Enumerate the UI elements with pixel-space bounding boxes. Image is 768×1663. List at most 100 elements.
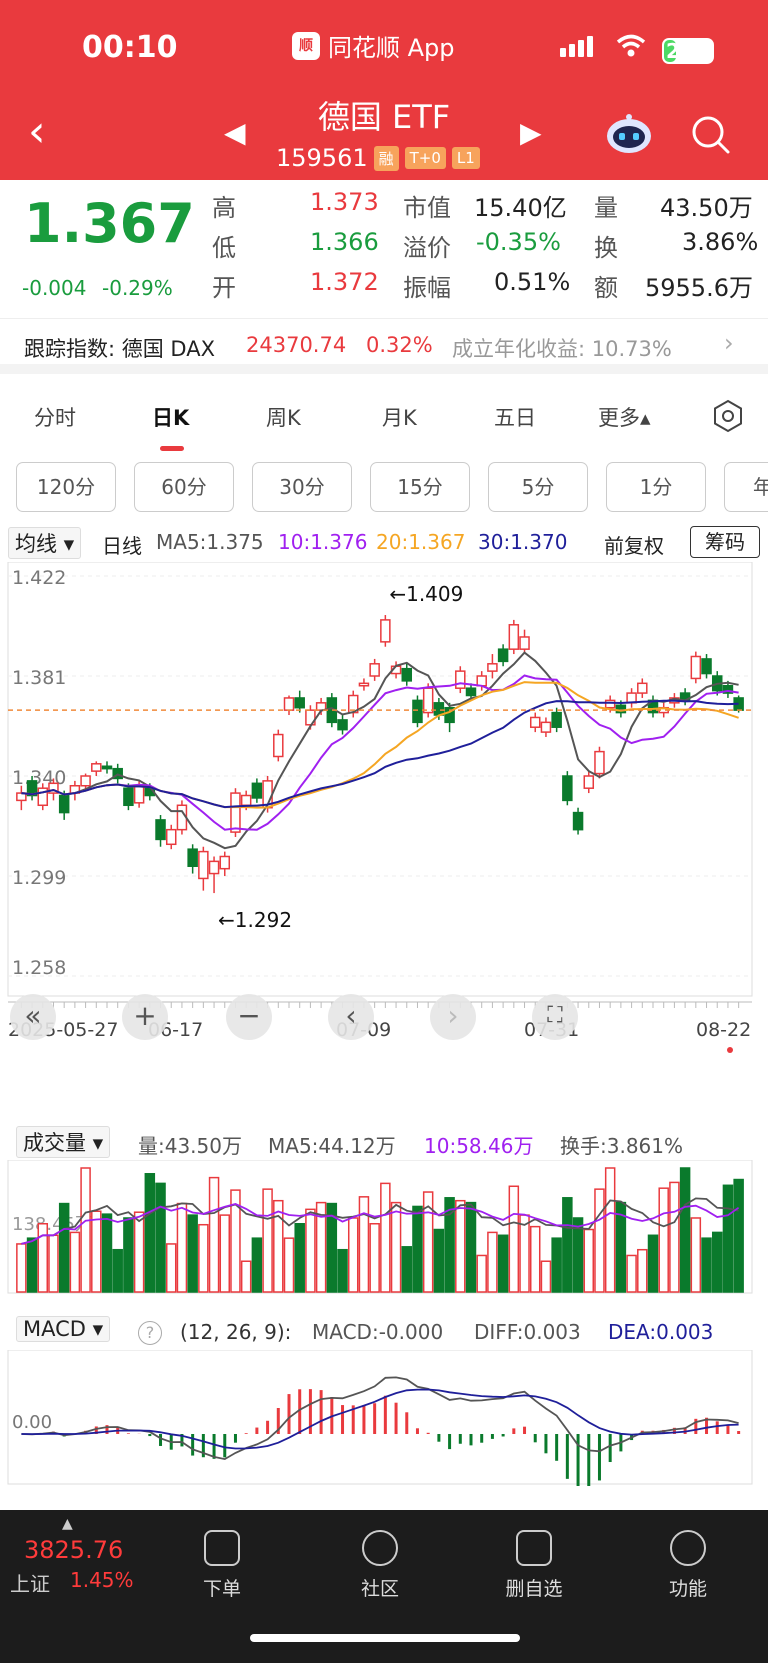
volume-bar — [412, 1205, 423, 1293]
y-tick-label: 1.299 — [12, 867, 66, 889]
candle-body — [604, 699, 616, 709]
candle-body — [219, 855, 231, 870]
nav-remove-watch[interactable]: 删自选 — [474, 1530, 594, 1601]
tab-5min[interactable]: 5分 — [488, 462, 588, 512]
volume-bar — [273, 1199, 284, 1293]
volume-bar — [112, 1248, 123, 1293]
volume-bar — [165, 1243, 177, 1293]
settings-hex-icon[interactable] — [710, 398, 746, 434]
nav-community[interactable]: 社区 — [320, 1530, 440, 1601]
tab-120min[interactable]: 120分 — [16, 462, 116, 512]
volume-bar — [58, 1202, 70, 1293]
tab-15min[interactable]: 15分 — [370, 462, 470, 512]
candle-body — [690, 655, 702, 680]
index-name: 上证 — [10, 1572, 50, 1596]
volume-dropdown[interactable]: 成交量 ▾ — [16, 1126, 111, 1158]
community-star-icon — [362, 1530, 398, 1566]
price-change-pct: -0.29% — [102, 276, 173, 300]
volume-bar — [37, 1223, 49, 1293]
candle-body — [358, 682, 370, 687]
search-icon[interactable] — [690, 114, 732, 156]
low-annotation: ←1.292 — [218, 908, 292, 932]
candle-body — [572, 811, 584, 831]
period-tabs: 分时 日K 周K 月K 五日 更多▴ — [0, 392, 768, 452]
volume-bar — [337, 1248, 348, 1293]
fullscreen-icon[interactable]: ⛶ — [532, 994, 578, 1040]
volume-bar — [690, 1217, 702, 1293]
adjust-mode[interactable]: 前复权 — [604, 530, 664, 559]
annualized-return: 成立年化收益: 10.73% — [452, 337, 672, 361]
stock-code-row: 159561 融 T+0 L1 — [276, 144, 480, 172]
volume-bar — [497, 1234, 509, 1293]
candle-body — [508, 624, 520, 650]
tab-intraday[interactable]: 分时 — [34, 402, 76, 432]
tab-30min[interactable]: 30分 — [252, 462, 352, 512]
tab-more[interactable]: 更多▴ — [598, 402, 651, 432]
nav-functions[interactable]: 功能 — [628, 1530, 748, 1601]
tab-year[interactable]: 年 — [724, 462, 768, 512]
candle-body — [283, 697, 295, 711]
volume-bar — [198, 1223, 209, 1293]
candle-body — [101, 765, 113, 770]
collapse-left-icon[interactable]: « — [10, 994, 56, 1040]
status-app-name: 同花顺 App — [328, 34, 455, 62]
candle-body — [380, 619, 391, 643]
volume-bar — [123, 1217, 134, 1293]
zoom-in-icon[interactable]: + — [122, 994, 168, 1040]
tab-1min[interactable]: 1分 — [606, 462, 706, 512]
tab-five-day[interactable]: 五日 — [494, 402, 536, 432]
nav-community-label: 社区 — [360, 1578, 399, 1600]
next-stock-icon[interactable]: ▶ — [520, 116, 542, 149]
macd-dropdown[interactable]: MACD ▾ — [16, 1316, 111, 1342]
tab-weekly-k[interactable]: 周K — [266, 402, 301, 432]
minute-tabs: 120分 60分 30分 15分 5分 1分 年 — [0, 462, 768, 514]
volume-bar — [26, 1237, 38, 1293]
tab-monthly-k[interactable]: 月K — [382, 402, 417, 432]
volume-bar — [658, 1187, 669, 1293]
amt-value: 5955.6万 — [645, 274, 753, 302]
index-value[interactable]: 3825.76 — [24, 1536, 123, 1564]
chips-button[interactable]: 筹码 — [690, 526, 760, 558]
mktcap-value: 15.40亿 — [474, 194, 567, 222]
volume-ma10: 10:58.46万 — [424, 1134, 534, 1158]
volume-bar — [133, 1211, 145, 1293]
scroll-right-icon[interactable]: › — [430, 994, 476, 1040]
tracking-index-row[interactable]: 跟踪指数: 德国 DAX 24370.74 0.32% 成立年化收益: 10.7… — [0, 318, 768, 374]
kline-chart[interactable]: 1.4221.3811.3401.2991.258←1.409←1.292202… — [0, 562, 768, 1062]
volume-value: 量:43.50万 — [138, 1134, 242, 1158]
candle-body — [273, 733, 284, 758]
volume-bar — [294, 1223, 305, 1293]
candle-body — [155, 819, 166, 841]
wifi-icon — [616, 34, 646, 65]
ma-dropdown[interactable]: 均线 ▾ — [8, 527, 82, 559]
candle-body — [91, 763, 102, 772]
status-time: 00:10 — [82, 30, 178, 65]
volume-bar — [251, 1237, 263, 1293]
volume-bar — [476, 1254, 487, 1293]
zoom-out-icon[interactable]: − — [226, 994, 272, 1040]
candle-body — [433, 702, 445, 716]
candle-body — [123, 787, 134, 807]
amp-label: 振幅 — [403, 274, 451, 302]
tracking-index-label: 跟踪指数: 德国 DAX — [24, 337, 215, 361]
tab-daily-k[interactable]: 日K — [152, 402, 189, 432]
nav-order[interactable]: 下单 — [162, 1530, 282, 1601]
volume-bar — [701, 1237, 712, 1293]
stock-code: 159561 — [276, 144, 368, 172]
tab-60min[interactable]: 60分 — [134, 462, 234, 512]
help-icon[interactable]: ? — [138, 1321, 162, 1345]
candle-body — [294, 697, 305, 709]
scroll-left-icon[interactable]: ‹ — [328, 994, 374, 1040]
robot-assistant-icon[interactable] — [604, 112, 654, 156]
volume-bar — [262, 1188, 273, 1293]
x-tick-label: 08-22 — [696, 1019, 751, 1041]
index-pct: 1.45% — [70, 1568, 134, 1592]
low-label: 低 — [212, 234, 236, 262]
candle-body — [422, 687, 434, 714]
tracking-index-value: 24370.74 — [246, 333, 347, 357]
mktcap-label: 市值 — [403, 194, 451, 222]
nav-remove-watch-label: 删自选 — [505, 1578, 563, 1600]
ma30-value: 30:1.370 — [478, 530, 568, 554]
volume-legend: 成交量 ▾ 量:43.50万 MA5:44.12万 10:58.46万 换手:3… — [0, 1124, 768, 1160]
volume-bar — [487, 1231, 498, 1293]
